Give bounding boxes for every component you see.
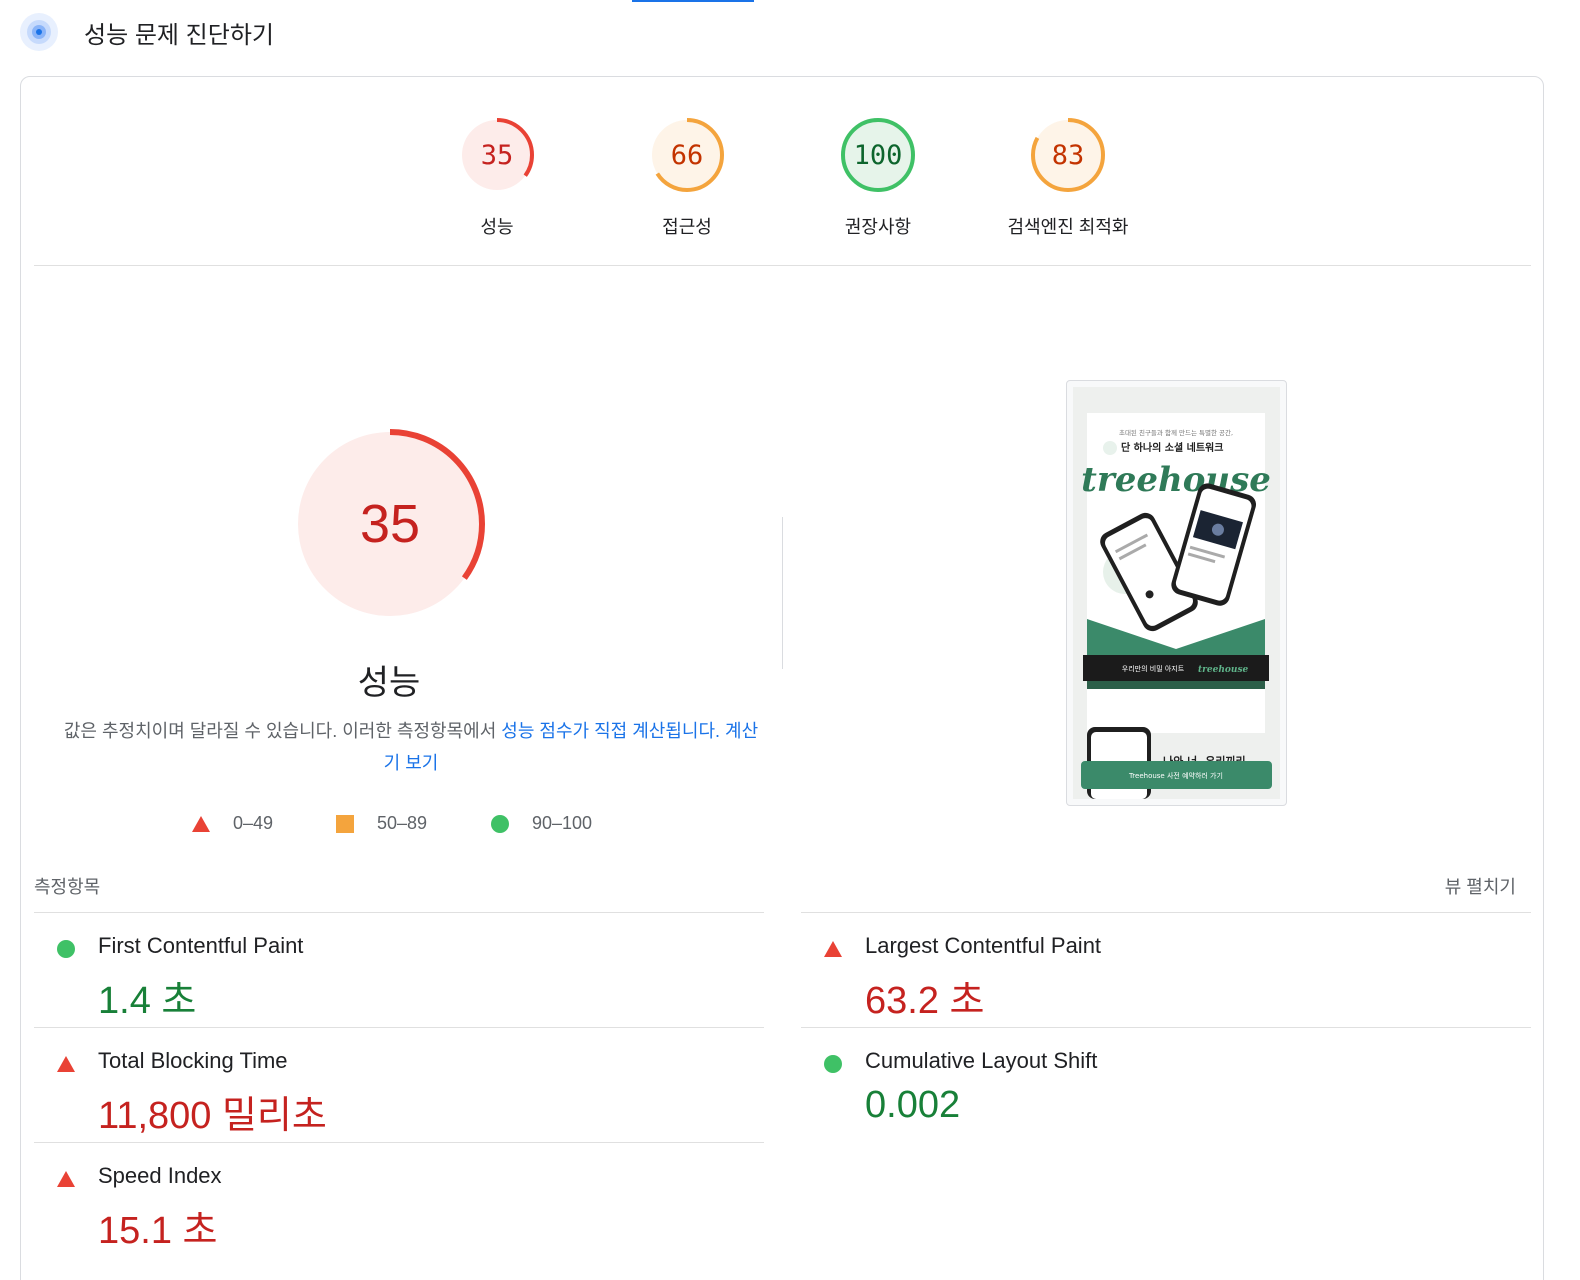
final-screenshot[interactable]: 초대된 친구들과 함께 만드는 특별한 공간, 단 하나의 소셜 네트워크 tr… <box>1066 380 1287 806</box>
shot-banner-brand: treehouse <box>1198 665 1249 675</box>
metrics-heading: 측정항목 <box>34 877 101 897</box>
circle-icon <box>57 940 75 958</box>
triangle-icon <box>57 1171 75 1187</box>
performance-description: 값은 추정치이며 달라질 수 있습니다. 이러한 측정항목에서 성능 점수가 직… <box>61 715 761 779</box>
legend-average-range: 50–89 <box>377 813 428 833</box>
shot-cta: Treehouse 사전 예약하러 가기 <box>1128 771 1223 780</box>
metric-value: 0.002 <box>865 1084 961 1126</box>
metric-value: 15.1 초 <box>98 1210 218 1252</box>
active-tab-indicator <box>632 0 754 2</box>
gauge-best-practices-score: 100 <box>854 140 903 171</box>
triangle-icon <box>57 1056 75 1072</box>
metric-value: 63.2 초 <box>865 980 985 1022</box>
gauge-seo-label: 검색엔진 최적화 <box>1007 217 1129 237</box>
gauge-performance-ring: 35 <box>460 118 534 192</box>
vertical-separator <box>782 517 783 669</box>
report-card: 35 성능 66 접근성 100 권장사항 83 검색엔진 최적화 35 성능 … <box>20 76 1544 1280</box>
gauge-seo-ring: 83 <box>1031 118 1105 192</box>
legend-fail-range: 0–49 <box>233 813 274 833</box>
legend-fail: 0–49 <box>191 813 273 834</box>
gauge-seo-score: 83 <box>1052 140 1085 171</box>
metric-fcp: First Contentful Paint 1.4 초 <box>34 912 764 1027</box>
metric-name: Speed Index <box>98 1163 222 1188</box>
legend-pass-range: 90–100 <box>532 813 593 833</box>
metric-value: 11,800 밀리초 <box>98 1095 327 1137</box>
speedometer-icon <box>20 13 58 51</box>
legend-pass: 90–100 <box>490 813 592 834</box>
square-icon <box>336 814 354 833</box>
gauge-seo[interactable]: 83 검색엔진 최적화 <box>968 115 1168 239</box>
metric-cls: Cumulative Layout Shift 0.002 <box>801 1027 1531 1142</box>
expand-view-button[interactable]: 뷰 펼치기 <box>1445 873 1516 899</box>
page-header: 성능 문제 진단하기 <box>20 12 274 52</box>
metric-lcp: Largest Contentful Paint 63.2 초 <box>801 912 1531 1027</box>
metric-name: First Contentful Paint <box>98 933 304 958</box>
gauge-performance-score: 35 <box>481 140 514 171</box>
gauge-best-practices[interactable]: 100 권장사항 <box>778 115 978 239</box>
gauge-best-practices-label: 권장사항 <box>844 217 912 237</box>
circle-icon <box>491 814 509 833</box>
gauge-accessibility-score: 66 <box>671 140 704 171</box>
page-title: 성능 문제 진단하기 <box>84 21 274 49</box>
section-divider <box>34 265 1531 266</box>
metric-name: Total Blocking Time <box>98 1048 288 1073</box>
legend-average: 50–89 <box>335 813 427 834</box>
shot-banner: 우리만의 비밀 아지트 <box>1122 664 1185 673</box>
score-calculation-link[interactable]: 성능 점수가 직접 계산됩니다. <box>501 721 720 741</box>
performance-big-score: 35 <box>360 494 420 554</box>
shot-headline: 단 하나의 소셜 네트워크 <box>1121 441 1223 454</box>
triangle-icon <box>824 941 842 957</box>
gauge-accessibility-label: 접근성 <box>662 217 712 237</box>
category-gauges: 35 성능 66 접근성 100 권장사항 83 검색엔진 최적화 <box>21 115 1543 245</box>
circle-icon <box>824 1055 842 1073</box>
performance-big-gauge: 35 <box>295 429 485 619</box>
gauge-accessibility[interactable]: 66 접근성 <box>587 115 787 239</box>
metric-speed-index: Speed Index 15.1 초 <box>34 1142 764 1257</box>
metric-name: Cumulative Layout Shift <box>865 1048 1098 1073</box>
metric-value: 1.4 초 <box>98 980 197 1022</box>
gauge-performance[interactable]: 35 성능 <box>397 115 597 239</box>
triangle-icon <box>192 815 210 832</box>
description-text: 값은 추정치이며 달라질 수 있습니다. 이러한 측정항목에서 <box>63 721 502 741</box>
screenshot-preview: 초대된 친구들과 함께 만드는 특별한 공간, 단 하나의 소셜 네트워크 tr… <box>1073 387 1280 799</box>
metric-tbt: Total Blocking Time 11,800 밀리초 <box>34 1027 764 1142</box>
shot-tagline: 초대된 친구들과 함께 만드는 특별한 공간, <box>1119 428 1233 437</box>
gauge-best-practices-ring: 100 <box>841 118 915 192</box>
performance-title: 성능 <box>357 664 421 702</box>
gauge-performance-label: 성능 <box>480 217 514 237</box>
screenshot-image: 초대된 친구들과 함께 만드는 특별한 공간, 단 하나의 소셜 네트워크 tr… <box>1073 387 1280 799</box>
metric-name: Largest Contentful Paint <box>865 933 1102 958</box>
gauge-accessibility-ring: 66 <box>650 118 724 192</box>
